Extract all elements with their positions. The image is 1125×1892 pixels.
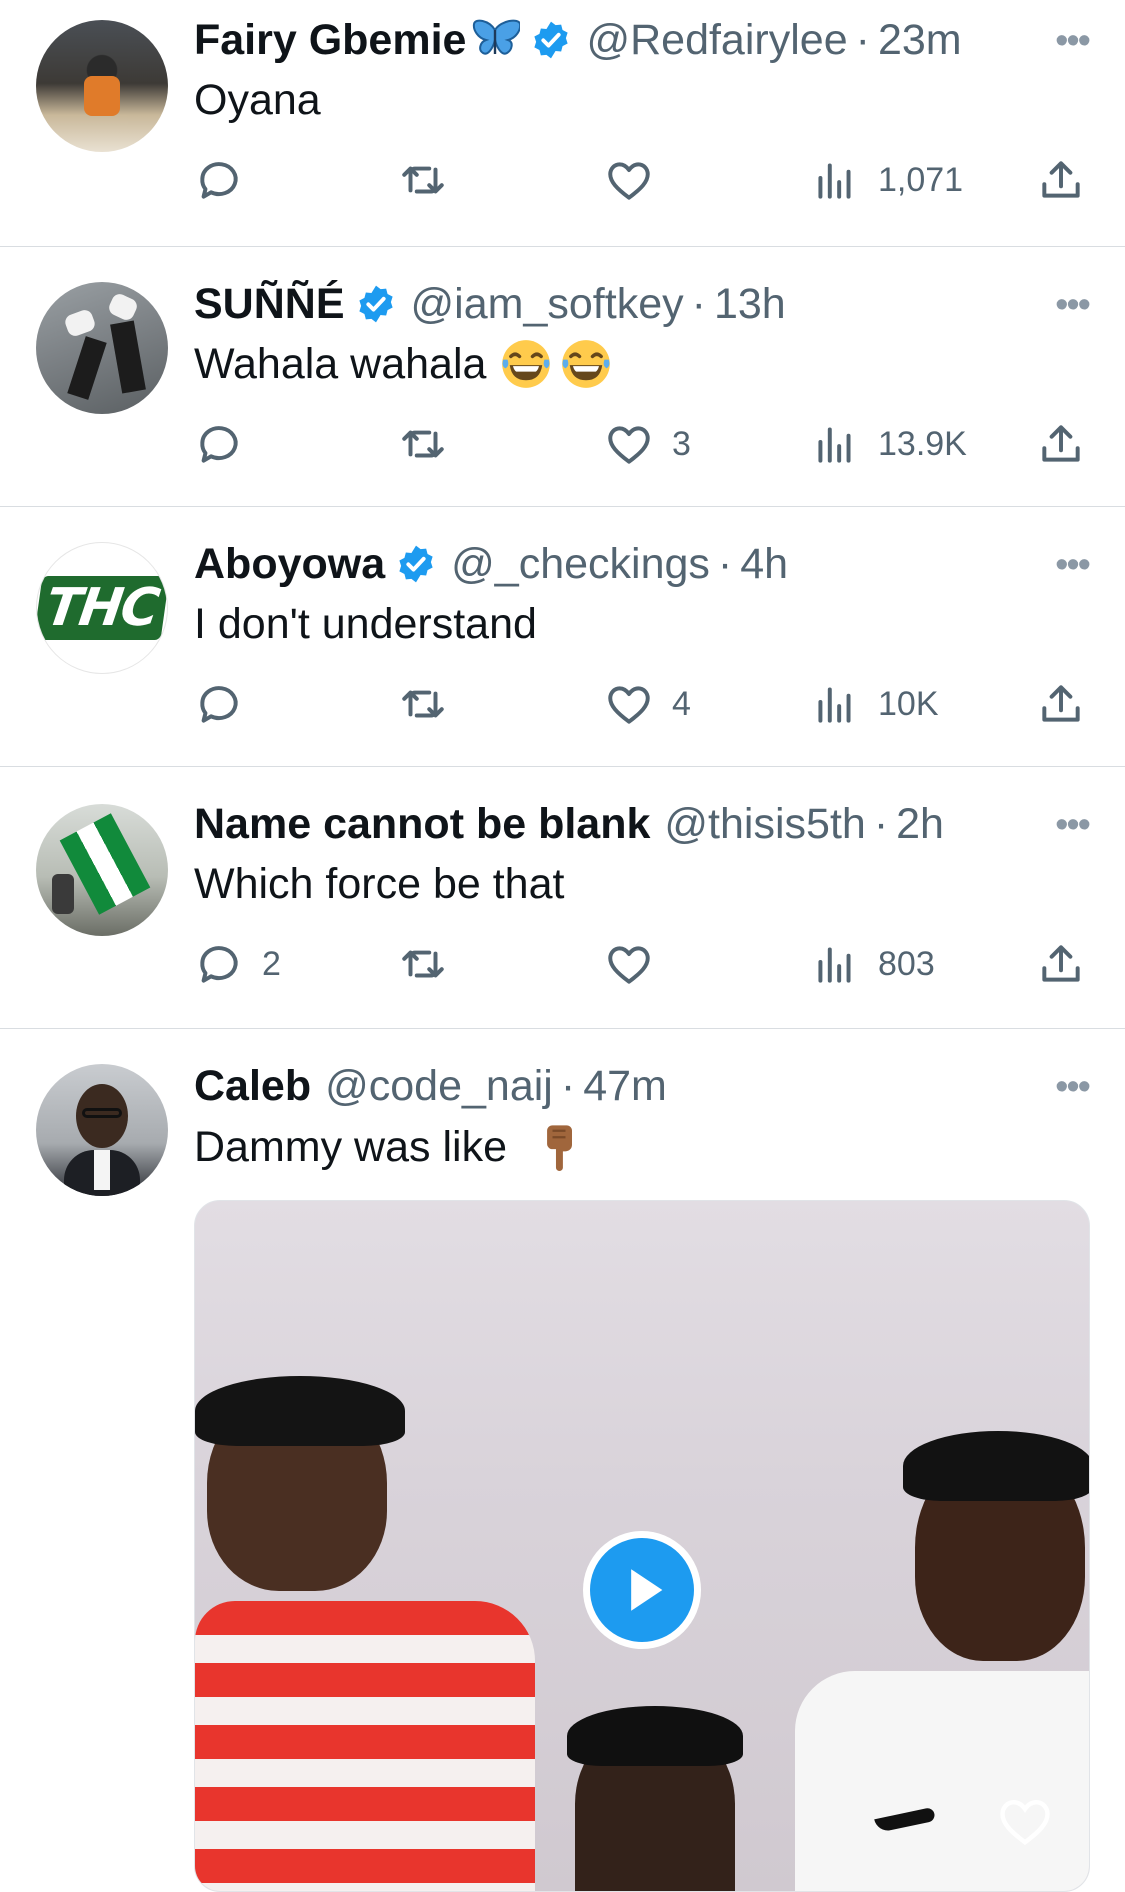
share-button[interactable]	[1036, 936, 1086, 992]
avatar[interactable]	[36, 20, 168, 152]
timestamp[interactable]: 4h	[740, 540, 788, 589]
play-button[interactable]	[583, 1531, 701, 1649]
retweet-button[interactable]	[398, 152, 448, 208]
view-count: 13.9K	[878, 424, 967, 463]
more-icon[interactable]: •••	[1055, 1066, 1091, 1109]
timestamp[interactable]: 23m	[878, 16, 962, 65]
like-button[interactable]: 4	[604, 676, 691, 732]
reply-button[interactable]	[194, 416, 262, 472]
reply-icon	[194, 155, 244, 205]
share-icon	[1036, 419, 1086, 469]
reply-icon	[194, 679, 244, 729]
like-icon	[604, 939, 654, 989]
views-button[interactable]: 803	[810, 936, 935, 992]
avatar[interactable]	[36, 1064, 168, 1196]
views-button[interactable]: 1,071	[810, 152, 963, 208]
verified-badge-icon	[395, 543, 437, 585]
view-count: 803	[878, 944, 935, 983]
heart-icon	[1000, 1799, 1050, 1846]
author-handle[interactable]: @Redfairylee	[586, 16, 847, 65]
tweet[interactable]: Fairy Gbemie @Redfairylee · 23m ••• Oyan…	[0, 0, 1125, 247]
views-icon	[810, 939, 860, 989]
like-button[interactable]	[604, 936, 672, 992]
avatar[interactable]: THC	[36, 542, 168, 674]
separator: ·	[873, 799, 889, 848]
view-count: 10K	[878, 684, 939, 723]
tweet[interactable]: THC Aboyowa @_checkings · 4h ••• I don't…	[0, 506, 1125, 767]
author-name[interactable]: Aboyowa	[194, 540, 385, 589]
more-icon[interactable]: •••	[1055, 284, 1091, 327]
retweet-button[interactable]	[398, 936, 448, 992]
separator: ·	[855, 15, 870, 64]
tweet[interactable]: SUÑÑÉ @iam_softkey · 13h ••• Wahala waha…	[0, 246, 1125, 507]
share-button[interactable]	[1036, 676, 1086, 732]
retweet-icon	[398, 419, 448, 469]
reply-icon	[194, 419, 244, 469]
retweet-button[interactable]	[398, 416, 448, 472]
timestamp[interactable]: 47m	[583, 1062, 667, 1111]
author-handle[interactable]: @code_naij	[325, 1062, 553, 1111]
author-handle[interactable]: @iam_softkey	[411, 280, 684, 329]
views-icon	[810, 679, 860, 729]
retweet-button[interactable]	[398, 676, 448, 732]
author-name[interactable]: SUÑÑÉ	[194, 280, 345, 329]
laughing-emoji-icon	[560, 338, 612, 390]
retweet-icon	[398, 155, 448, 205]
pointing-down-emoji-icon	[533, 1121, 585, 1173]
retweet-icon	[398, 939, 448, 989]
share-button[interactable]	[1036, 416, 1086, 472]
avatar[interactable]	[36, 282, 168, 414]
verified-badge-icon	[355, 283, 397, 325]
laughing-emoji-icon	[500, 338, 552, 390]
separator: ·	[560, 1061, 576, 1110]
play-icon	[590, 1538, 694, 1642]
like-icon	[604, 419, 654, 469]
views-icon	[810, 155, 860, 205]
more-icon[interactable]: •••	[1055, 20, 1091, 63]
views-button[interactable]: 13.9K	[810, 416, 967, 472]
more-icon[interactable]: •••	[1055, 544, 1091, 587]
separator: ·	[691, 279, 706, 328]
author-name[interactable]: Fairy Gbemie	[194, 16, 466, 65]
share-icon	[1036, 679, 1086, 729]
view-count: 1,071	[878, 160, 964, 199]
reply-button[interactable]	[194, 152, 262, 208]
timestamp[interactable]: 2h	[896, 800, 944, 849]
views-button[interactable]: 10K	[810, 676, 939, 732]
avatar-logo-text: THC	[37, 576, 167, 640]
like-icon	[604, 155, 654, 205]
butterfly-icon	[470, 18, 522, 62]
share-icon	[1036, 155, 1086, 205]
timestamp[interactable]: 13h	[714, 280, 786, 329]
reply-count: 2	[262, 944, 281, 983]
video-player[interactable]	[194, 1200, 1090, 1892]
share-button[interactable]	[1036, 152, 1086, 208]
like-button[interactable]: 3	[604, 416, 691, 472]
author-handle[interactable]: @thisis5th	[664, 800, 865, 849]
separator: ·	[717, 539, 733, 588]
like-icon	[604, 679, 654, 729]
verified-badge-icon	[530, 19, 572, 61]
author-name[interactable]: Name cannot be blank	[194, 800, 650, 849]
tweet-text: Oyana	[194, 75, 321, 124]
author-name[interactable]: Caleb	[194, 1062, 311, 1111]
reply-button[interactable]: 2	[194, 936, 281, 992]
video-like-button[interactable]	[995, 1791, 1055, 1851]
author-handle[interactable]: @_checkings	[451, 540, 710, 589]
like-button[interactable]	[604, 152, 672, 208]
share-icon	[1036, 939, 1086, 989]
avatar[interactable]	[36, 804, 168, 936]
retweet-icon	[398, 679, 448, 729]
tweet-text: Wahala wahala	[194, 339, 487, 388]
like-count: 3	[672, 424, 691, 463]
views-icon	[810, 419, 860, 469]
reply-icon	[194, 939, 244, 989]
tweet-text: Dammy was like	[194, 1122, 507, 1171]
like-count: 4	[672, 684, 691, 723]
tweet-text: I don't understand	[194, 599, 537, 648]
tweet-text: Which force be that	[194, 859, 565, 908]
tweet[interactable]: Name cannot be blank @thisis5th · 2h •••…	[0, 766, 1125, 1029]
more-icon[interactable]: •••	[1055, 804, 1091, 847]
reply-button[interactable]	[194, 676, 262, 732]
